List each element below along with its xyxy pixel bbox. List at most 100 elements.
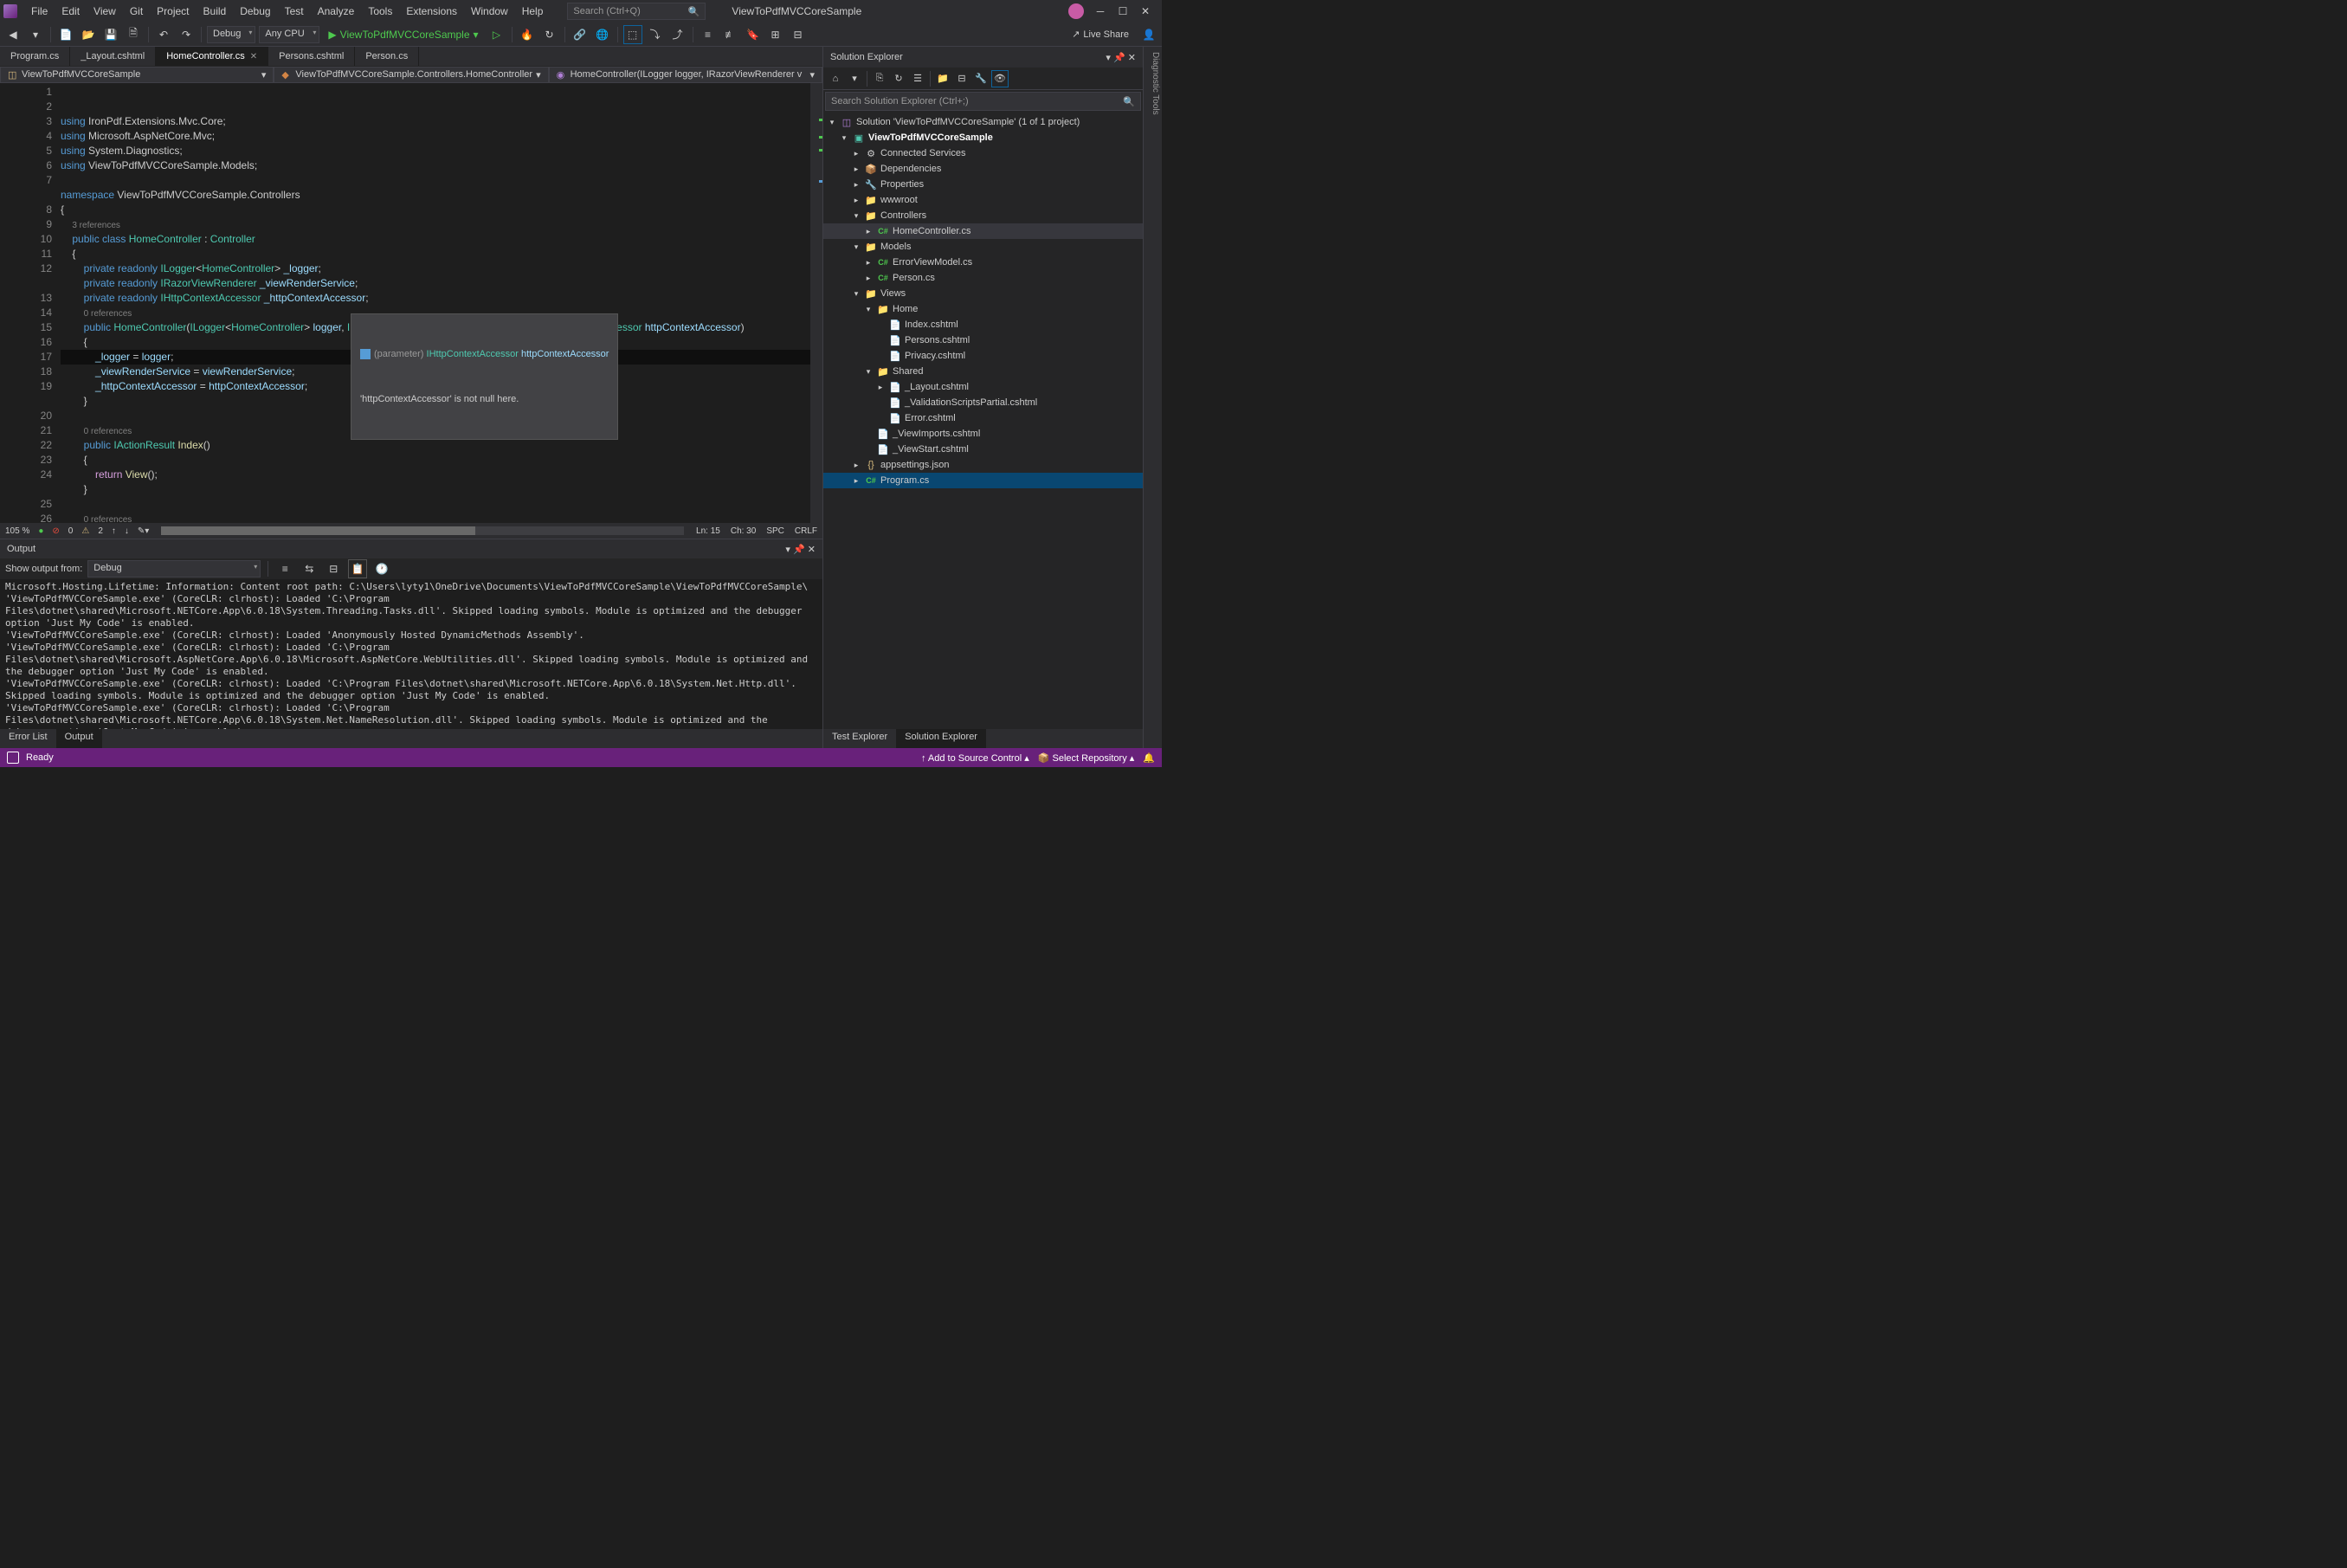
live-share-button[interactable]: ↗ Live Share: [1072, 29, 1129, 40]
output-close-button[interactable]: ✕: [808, 545, 816, 555]
expand-icon[interactable]: ▸: [851, 461, 861, 470]
sol-pin-button[interactable]: 📌: [1113, 53, 1125, 63]
expand-icon[interactable]: ▸: [851, 476, 861, 486]
code-line[interactable]: namespace ViewToPdfMVCCoreSample.Control…: [61, 188, 810, 203]
format-button[interactable]: ⊞: [766, 25, 785, 44]
tree-item-error-cshtml[interactable]: 📄Error.cshtml: [823, 410, 1143, 426]
tree-item-shared[interactable]: ▾📁Shared: [823, 364, 1143, 379]
tree-item-_validationscriptspartial-cshtml[interactable]: 📄_ValidationScriptsPartial.cshtml: [823, 395, 1143, 410]
start-no-debug-button[interactable]: ▷: [487, 25, 506, 44]
expand-icon[interactable]: ▾: [851, 242, 861, 252]
code-line[interactable]: using IronPdf.Extensions.Mvc.Core;: [61, 114, 810, 129]
menu-help[interactable]: Help: [515, 2, 551, 21]
error-count-icon[interactable]: ⊘: [52, 526, 59, 536]
scroll-map[interactable]: [810, 83, 822, 523]
code-line[interactable]: }: [61, 482, 810, 497]
tree-item-controllers[interactable]: ▾📁Controllers: [823, 208, 1143, 223]
breadcrumb-item[interactable]: ◆ViewToPdfMVCCoreSample.Controllers.Home…: [274, 67, 548, 83]
redo-button[interactable]: ↷: [177, 25, 196, 44]
expand-icon[interactable]: ▸: [851, 180, 861, 190]
menu-test[interactable]: Test: [278, 2, 311, 21]
eol-indicator[interactable]: CRLF: [795, 526, 817, 536]
menu-project[interactable]: Project: [150, 2, 196, 21]
user-avatar[interactable]: [1068, 3, 1084, 19]
expand-icon[interactable]: ▾: [839, 133, 849, 143]
sol-properties-button[interactable]: 🔧: [972, 70, 990, 87]
code-line[interactable]: using Microsoft.AspNetCore.Mvc;: [61, 129, 810, 144]
horizontal-scrollbar[interactable]: [161, 526, 684, 535]
close-button[interactable]: ✕: [1139, 5, 1151, 17]
nav-up-button[interactable]: ↑: [112, 526, 116, 536]
tree-item-connected-services[interactable]: ▸⚙Connected Services: [823, 145, 1143, 161]
menu-build[interactable]: Build: [197, 2, 234, 21]
code-line[interactable]: public IActionResult Index(): [61, 438, 810, 453]
undo-button[interactable]: ↶: [154, 25, 173, 44]
code-line[interactable]: {: [61, 247, 810, 261]
code-line[interactable]: [61, 497, 810, 512]
menu-edit[interactable]: Edit: [55, 2, 87, 21]
sol-close-button[interactable]: ✕: [1128, 53, 1136, 63]
sol-options-button[interactable]: ▾: [1106, 53, 1111, 63]
code-line[interactable]: using ViewToPdfMVCCoreSample.Models;: [61, 158, 810, 173]
new-project-button[interactable]: 📄: [56, 25, 75, 44]
select-repository-button[interactable]: 📦 Select Repository ▴: [1038, 752, 1135, 764]
tab-persons-cshtml[interactable]: Persons.cshtml: [268, 47, 355, 66]
code-line[interactable]: private readonly IRazorViewRenderer _vie…: [61, 276, 810, 291]
menu-file[interactable]: File: [24, 2, 55, 21]
sol-preview-button[interactable]: 👁: [991, 70, 1009, 87]
tree-item-_viewstart-cshtml[interactable]: 📄_ViewStart.cshtml: [823, 442, 1143, 457]
toggle-button[interactable]: ⊟: [789, 25, 808, 44]
nav-down-button[interactable]: ↓: [125, 526, 129, 536]
save-all-button[interactable]: 🗎: [124, 25, 143, 44]
bottom-tab-error-list[interactable]: Error List: [0, 729, 56, 748]
expand-icon[interactable]: ▸: [875, 383, 886, 392]
tree-item-homecontroller-cs[interactable]: ▸C#HomeController.cs: [823, 223, 1143, 239]
output-text[interactable]: Microsoft.Hosting.Lifetime: Information:…: [0, 579, 822, 729]
feedback-button[interactable]: 👤: [1139, 25, 1158, 44]
output-autoscroll-button[interactable]: 📋: [348, 559, 367, 578]
code-content[interactable]: using IronPdf.Extensions.Mvc.Core;using …: [61, 83, 810, 523]
no-issues-icon[interactable]: ●: [38, 526, 43, 536]
zoom-level[interactable]: 105 %: [5, 526, 29, 536]
notifications-button[interactable]: 🔔: [1143, 752, 1155, 764]
code-line[interactable]: {: [61, 203, 810, 217]
maximize-button[interactable]: ☐: [1117, 5, 1129, 17]
code-line[interactable]: {: [61, 453, 810, 468]
platform-dropdown[interactable]: Any CPU: [259, 26, 319, 43]
sol-git-button[interactable]: ⎘: [871, 70, 888, 87]
output-wrap-button[interactable]: ⇆: [300, 559, 319, 578]
tree-item-index-cshtml[interactable]: 📄Index.cshtml: [823, 317, 1143, 332]
find-button[interactable]: ⬚: [623, 25, 642, 44]
expand-icon[interactable]: ▾: [863, 367, 874, 377]
sol-views-button[interactable]: ▾: [846, 70, 863, 87]
expand-icon[interactable]: ▾: [851, 289, 861, 299]
tree-item-properties[interactable]: ▸🔧Properties: [823, 177, 1143, 192]
code-line[interactable]: private readonly ILogger<HomeController>…: [61, 261, 810, 276]
expand-icon[interactable]: ▾: [863, 305, 874, 314]
sol-sync-button[interactable]: ↻: [890, 70, 907, 87]
tree-item-wwwroot[interactable]: ▸📁wwwroot: [823, 192, 1143, 208]
right-side-tab[interactable]: Diagnostic Tools: [1143, 47, 1162, 748]
tab-_layout-cshtml[interactable]: _Layout.cshtml: [70, 47, 156, 66]
output-toggle-button[interactable]: ⊟: [324, 559, 343, 578]
sol-filter-button[interactable]: ☰: [909, 70, 926, 87]
code-line[interactable]: [61, 173, 810, 188]
code-line[interactable]: public class HomeController : Controller: [61, 232, 810, 247]
global-search-input[interactable]: Search (Ctrl+Q) 🔍: [567, 3, 706, 20]
expand-icon[interactable]: ▾: [827, 118, 837, 127]
menu-extensions[interactable]: Extensions: [399, 2, 464, 21]
menu-analyze[interactable]: Analyze: [311, 2, 362, 21]
breadcrumb-item[interactable]: ◉HomeController(ILogger logger, IRazorVi…: [549, 67, 822, 83]
sol-collapse-button[interactable]: ⊟: [953, 70, 970, 87]
code-line[interactable]: private readonly IHttpContextAccessor _h…: [61, 291, 810, 306]
tree-item-viewtopdfmvccoresample[interactable]: ▾▣ViewToPdfMVCCoreSample: [823, 130, 1143, 145]
code-line[interactable]: 3 references: [61, 217, 810, 232]
menu-debug[interactable]: Debug: [233, 2, 277, 21]
refresh-button[interactable]: ↻: [540, 25, 559, 44]
menu-view[interactable]: View: [87, 2, 123, 21]
tree-item-errorviewmodel-cs[interactable]: ▸C#ErrorViewModel.cs: [823, 255, 1143, 270]
code-line[interactable]: using System.Diagnostics;: [61, 144, 810, 158]
bottom-tab-test-explorer[interactable]: Test Explorer: [823, 729, 896, 748]
start-debug-button[interactable]: ▶ ViewToPdfMVCCoreSample ▾: [323, 27, 483, 42]
browser-link-button[interactable]: 🔗: [571, 25, 590, 44]
